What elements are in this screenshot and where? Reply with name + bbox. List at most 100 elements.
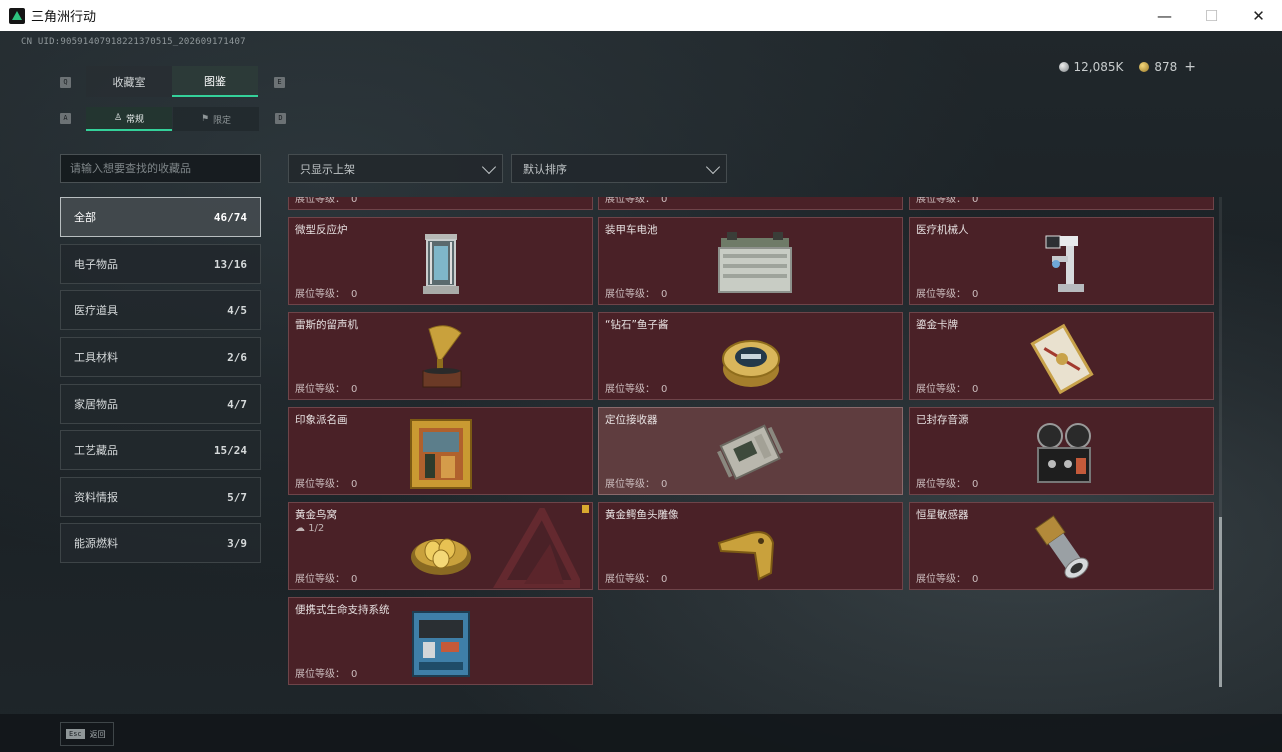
- tab-catalog[interactable]: 图鉴: [172, 66, 258, 97]
- collectible-name: 印象派名画: [295, 414, 348, 426]
- show-filter-dropdown[interactable]: 只显示上架: [288, 154, 503, 183]
- dropdown-value: 只显示上架: [300, 162, 355, 176]
- collectible-card[interactable]: 展位等级： 0: [909, 197, 1214, 210]
- tab-limited[interactable]: ⚑ 限定: [173, 107, 259, 131]
- category-label: 工艺藏品: [74, 444, 118, 457]
- category-crafts[interactable]: 工艺藏品 15/24: [60, 430, 261, 470]
- back-button[interactable]: Esc 返回: [60, 722, 114, 746]
- sort-dropdown[interactable]: 默认排序: [511, 154, 727, 183]
- dropdown-value: 默认排序: [523, 162, 567, 176]
- booth-level: 展位等级： 0: [916, 384, 979, 395]
- category-count: 3/9: [227, 536, 247, 550]
- collectible-card[interactable]: 微型反应炉 展位等级： 0: [288, 217, 593, 305]
- category-label: 工具材料: [74, 351, 118, 364]
- tab-label: 收藏室: [112, 75, 146, 89]
- search-input[interactable]: [60, 154, 261, 183]
- silver-currency: 12,085K: [1058, 60, 1124, 74]
- window-titlebar: 三角洲行动 — ☐ ✕: [0, 0, 1282, 31]
- collectible-card[interactable]: 恒星敏感器 展位等级： 0: [909, 502, 1214, 590]
- app-logo-icon: [9, 7, 25, 24]
- scrollbar-thumb[interactable]: [1219, 517, 1222, 687]
- collectible-card[interactable]: 展位等级： 0: [598, 197, 903, 210]
- tab-collection-room[interactable]: 收藏室: [86, 66, 172, 97]
- delta-watermark-icon: [493, 508, 580, 588]
- card-icon: [1029, 323, 1094, 395]
- nest-progress: ☁ 1/2: [295, 523, 325, 534]
- category-label: 家居物品: [74, 398, 118, 411]
- booth-level: 展位等级： 0: [605, 384, 668, 395]
- collectible-name: 定位接收器: [605, 414, 658, 426]
- currency-bar: 12,085K 878 +: [1058, 59, 1196, 75]
- collectible-card[interactable]: 已封存音源 展位等级： 0: [909, 407, 1214, 495]
- collectible-card[interactable]: 展位等级： 0: [288, 197, 593, 210]
- add-currency-button[interactable]: +: [1184, 59, 1196, 75]
- collectible-card[interactable]: 定位接收器 展位等级： 0: [598, 407, 903, 495]
- uid-label: CN UID:9059140791822137051​5_20260917140…: [21, 37, 246, 47]
- booth-level: 展位等级： 0: [295, 289, 358, 300]
- tab-regular[interactable]: ♙ 常规: [86, 107, 172, 131]
- gold-currency: 878 +: [1139, 59, 1196, 75]
- croc-statue-icon: [717, 531, 774, 581]
- category-label: 全部: [74, 211, 96, 224]
- collectible-name: 黄金鳄鱼头雕像: [605, 509, 679, 521]
- chevron-down-icon: [481, 159, 497, 175]
- battery-icon: [717, 232, 792, 293]
- booth-level: 展位等级： 0: [605, 479, 668, 490]
- collectible-card[interactable]: 雷斯的留声机 展位等级： 0: [288, 312, 593, 400]
- collectible-card[interactable]: “钻石”鱼子酱 展位等级： 0: [598, 312, 903, 400]
- collectible-name: “钻石”鱼子酱: [605, 319, 669, 331]
- tab-label: 图鉴: [204, 74, 226, 88]
- new-badge-icon: [582, 505, 589, 513]
- cloud-icon: ☁: [295, 523, 305, 534]
- category-energy[interactable]: 能源燃料 3/9: [60, 523, 261, 563]
- grid-scrollbar[interactable]: [1219, 197, 1222, 687]
- tab-label: 限定: [213, 115, 232, 126]
- collectible-name: 雷斯的留声机: [295, 319, 358, 331]
- collectible-name: 微型反应炉: [295, 224, 348, 236]
- silver-coin-icon: [1058, 62, 1069, 72]
- caviar-icon: [721, 340, 780, 387]
- category-count: 13/16: [213, 257, 247, 271]
- collectible-card[interactable]: 医疗机械人 展位等级： 0: [909, 217, 1214, 305]
- booth-level: 展位等级： 0: [605, 574, 668, 585]
- collectible-card[interactable]: 装甲车电池 展位等级： 0: [598, 217, 903, 305]
- tape-recorder-icon: [1036, 423, 1091, 483]
- minimize-button[interactable]: —: [1141, 0, 1188, 31]
- booth-level: 展位等级： 0: [916, 197, 979, 205]
- category-all[interactable]: 全部 46/74: [60, 197, 261, 237]
- key-hint-e: E: [274, 77, 285, 88]
- category-count: 5/7: [227, 490, 247, 504]
- collectible-card[interactable]: 黄金鸟窝 ☁ 1/2 展位等级： 0: [288, 502, 593, 590]
- maximize-button[interactable]: ☐: [1188, 0, 1235, 31]
- category-count: 4/5: [227, 303, 247, 317]
- category-intel[interactable]: 资料情报 5/7: [60, 477, 261, 517]
- category-label: 能源燃料: [74, 537, 118, 550]
- collectible-card[interactable]: 便携式生命支持系统 展位等级： 0: [288, 597, 593, 685]
- booth-level: 展位等级： 0: [605, 197, 668, 205]
- booth-level: 展位等级： 0: [295, 197, 358, 205]
- category-electronics[interactable]: 电子物品 13/16: [60, 244, 261, 284]
- silver-amount: 12,085K: [1073, 60, 1124, 74]
- collectible-name: 便携式生命支持系统: [295, 604, 390, 616]
- medical-robot-icon: [1045, 235, 1084, 292]
- collectible-card[interactable]: 鎏金卡牌 展位等级： 0: [909, 312, 1214, 400]
- chevron-down-icon: [705, 159, 721, 175]
- category-tools[interactable]: 工具材料 2/6: [60, 337, 261, 377]
- category-medical[interactable]: 医疗道具 4/5: [60, 290, 261, 330]
- booth-level: 展位等级： 0: [916, 479, 979, 490]
- collectible-name: 黄金鸟窝: [295, 509, 337, 521]
- collectible-name: 医疗机械人: [916, 224, 969, 236]
- booth-level: 展位等级： 0: [295, 384, 358, 395]
- window-title: 三角洲行动: [31, 10, 97, 25]
- receiver-icon: [716, 424, 783, 480]
- category-count: 15/24: [213, 443, 247, 457]
- close-button[interactable]: ✕: [1235, 0, 1282, 31]
- booth-level: 展位等级： 0: [295, 669, 358, 680]
- gramophone-icon: [422, 325, 462, 388]
- collectible-card[interactable]: 黄金鳄鱼头雕像 展位等级： 0: [598, 502, 903, 590]
- key-hint-d: D: [275, 113, 286, 124]
- category-household[interactable]: 家居物品 4/7: [60, 384, 261, 424]
- booth-level: 展位等级： 0: [295, 574, 358, 585]
- category-count: 46/74: [213, 210, 247, 224]
- collectible-card[interactable]: 印象派名画 展位等级： 0: [288, 407, 593, 495]
